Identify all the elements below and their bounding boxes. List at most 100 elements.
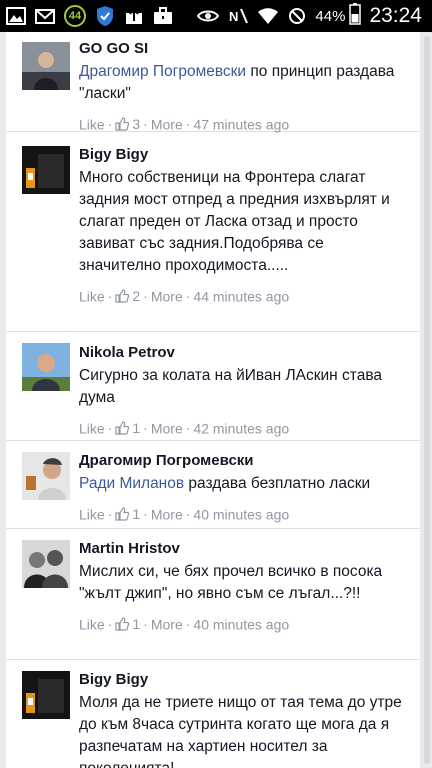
comment-time: 40 minutes ago bbox=[193, 506, 290, 523]
mute-icon bbox=[288, 7, 306, 25]
comment-body: Драгомир Погромевски Ради Миланов раздав… bbox=[79, 451, 408, 524]
comment-author[interactable]: GO GO SI bbox=[79, 39, 408, 59]
comment-text: Сигурно за колата на йИван ЛАскин става … bbox=[79, 365, 408, 409]
comment-author[interactable]: Martin Hristov bbox=[79, 539, 408, 559]
comment-actions: Like · 1 · More · 40 minutes ago bbox=[79, 503, 408, 524]
nfc-icon: N bbox=[228, 7, 249, 25]
comment-author[interactable]: Bigy Bigy bbox=[79, 145, 408, 165]
comment-body: GO GO SI Драгомир Погромевски по принцип… bbox=[79, 39, 408, 134]
upload-icon bbox=[124, 7, 144, 25]
dot-separator: · bbox=[107, 116, 113, 133]
comments-feed[interactable]: GO GO SI Драгомир Погромевски по принцип… bbox=[6, 32, 420, 768]
like-count-value: 2 bbox=[132, 288, 141, 305]
comment-time: 42 minutes ago bbox=[193, 420, 290, 437]
dot-separator: · bbox=[107, 420, 113, 437]
like-count-value: 1 bbox=[132, 420, 141, 437]
dot-separator: · bbox=[185, 506, 191, 523]
comment-text-content: Моля да не триете нищо от тая тема до ут… bbox=[79, 694, 402, 768]
avatar[interactable] bbox=[22, 343, 70, 391]
like-count[interactable]: 2 bbox=[115, 286, 140, 306]
comment-item: GO GO SI Драгомир Погромевски по принцип… bbox=[6, 32, 420, 132]
gallery-icon bbox=[6, 7, 26, 25]
comment-time: 47 minutes ago bbox=[193, 116, 290, 133]
more-link[interactable]: More bbox=[151, 288, 183, 304]
comment-author[interactable]: Драгомир Погромевски bbox=[79, 451, 408, 471]
avatar[interactable] bbox=[22, 671, 70, 719]
dot-separator: · bbox=[185, 116, 191, 133]
comment-author[interactable]: Nikola Petrov bbox=[79, 343, 408, 363]
like-link[interactable]: Like bbox=[79, 506, 105, 522]
like-link[interactable]: Like bbox=[79, 616, 105, 632]
comment-item: Bigy Bigy Много собственици на Фронтера … bbox=[6, 132, 420, 332]
dot-separator: · bbox=[185, 616, 191, 633]
comment-text-content: Сигурно за колата на йИван ЛАскин става … bbox=[79, 367, 383, 406]
like-count[interactable]: 1 bbox=[115, 418, 140, 438]
comment-text-content: раздава безплатно ласки bbox=[184, 475, 371, 492]
comment-text: Драгомир Погромевски по принцип раздава … bbox=[79, 61, 408, 105]
avatar[interactable] bbox=[22, 42, 70, 90]
avatar[interactable] bbox=[22, 540, 70, 588]
comment-body: Martin Hristov Мислих си, че бях прочел … bbox=[79, 539, 408, 634]
status-bar-left: 44 bbox=[6, 4, 182, 28]
more-link[interactable]: More bbox=[151, 506, 183, 522]
status-bar: 44 N 44% 23:24 bbox=[0, 0, 432, 32]
comment-body: Bigy Bigy Моля да не триете нищо от тая … bbox=[79, 670, 408, 768]
dot-separator: · bbox=[185, 288, 191, 305]
battery-percent: 44% bbox=[315, 7, 346, 25]
comment-text: Моля да не триете нищо от тая тема до ут… bbox=[79, 692, 408, 768]
dot-separator: · bbox=[107, 506, 113, 523]
avatar[interactable] bbox=[22, 452, 70, 500]
comment-body: Nikola Petrov Сигурно за колата на йИван… bbox=[79, 343, 408, 438]
comment-text-content: Мислих си, че бях прочел всичко в посока… bbox=[79, 563, 383, 602]
battery-icon bbox=[349, 2, 362, 30]
thumbs-up-icon bbox=[115, 289, 130, 303]
thumbs-up-icon bbox=[115, 617, 130, 631]
wifi-icon bbox=[257, 7, 279, 25]
thumbs-up-icon bbox=[115, 117, 130, 131]
eye-icon bbox=[197, 8, 220, 24]
like-count[interactable]: 1 bbox=[115, 504, 140, 524]
like-link[interactable]: Like bbox=[79, 420, 105, 436]
comment-text: Ради Миланов раздава безплатно ласки bbox=[79, 473, 408, 495]
mention-link[interactable]: Драгомир Погромевски bbox=[79, 63, 246, 80]
comment-text: Мислих си, че бях прочел всичко в посока… bbox=[79, 561, 408, 605]
more-link[interactable]: More bbox=[151, 420, 183, 436]
dot-separator: · bbox=[143, 288, 148, 305]
dot-separator: · bbox=[143, 616, 148, 633]
dot-separator: · bbox=[107, 616, 113, 633]
more-link[interactable]: More bbox=[151, 616, 183, 632]
like-link[interactable]: Like bbox=[79, 116, 105, 132]
comment-item: Martin Hristov Мислих си, че бях прочел … bbox=[6, 529, 420, 660]
comment-actions: Like · 2 · More · 44 minutes ago bbox=[79, 285, 408, 306]
dot-separator: · bbox=[143, 506, 148, 523]
email-icon bbox=[35, 7, 55, 25]
like-count-value: 1 bbox=[132, 506, 141, 523]
more-link[interactable]: More bbox=[151, 116, 183, 132]
comment-item: Драгомир Погромевски Ради Миланов раздав… bbox=[6, 441, 420, 529]
like-link[interactable]: Like bbox=[79, 288, 105, 304]
comment-time: 44 minutes ago bbox=[193, 288, 290, 305]
comment-author[interactable]: Bigy Bigy bbox=[79, 670, 408, 690]
dot-separator: · bbox=[143, 116, 148, 133]
like-count-value: 1 bbox=[132, 616, 141, 633]
mention-link[interactable]: Ради Миланов bbox=[79, 475, 184, 492]
briefcase-icon bbox=[153, 7, 173, 25]
notification-count-badge: 44 bbox=[64, 5, 86, 27]
like-count[interactable]: 1 bbox=[115, 614, 140, 634]
avatar[interactable] bbox=[22, 146, 70, 194]
clock: 23:24 bbox=[369, 4, 422, 27]
comment-text: Много собственици на Фронтера слагат зад… bbox=[79, 167, 408, 277]
dot-separator: · bbox=[185, 420, 191, 437]
shield-icon bbox=[95, 5, 115, 27]
comment-actions: Like · 1 · More · 40 minutes ago bbox=[79, 613, 408, 634]
status-bar-right: N 44% 23:24 bbox=[197, 2, 422, 30]
comment-actions: Like · 1 · More · 42 minutes ago bbox=[79, 417, 408, 438]
dot-separator: · bbox=[107, 288, 113, 305]
comment-time: 40 minutes ago bbox=[193, 616, 290, 633]
comment-item: Nikola Petrov Сигурно за колата на йИван… bbox=[6, 332, 420, 441]
thumbs-up-icon bbox=[115, 507, 130, 521]
scrollbar[interactable] bbox=[424, 36, 430, 764]
comment-body: Bigy Bigy Много собственици на Фронтера … bbox=[79, 145, 408, 306]
dot-separator: · bbox=[143, 420, 148, 437]
comment-item: Bigy Bigy Моля да не триете нищо от тая … bbox=[6, 660, 420, 768]
